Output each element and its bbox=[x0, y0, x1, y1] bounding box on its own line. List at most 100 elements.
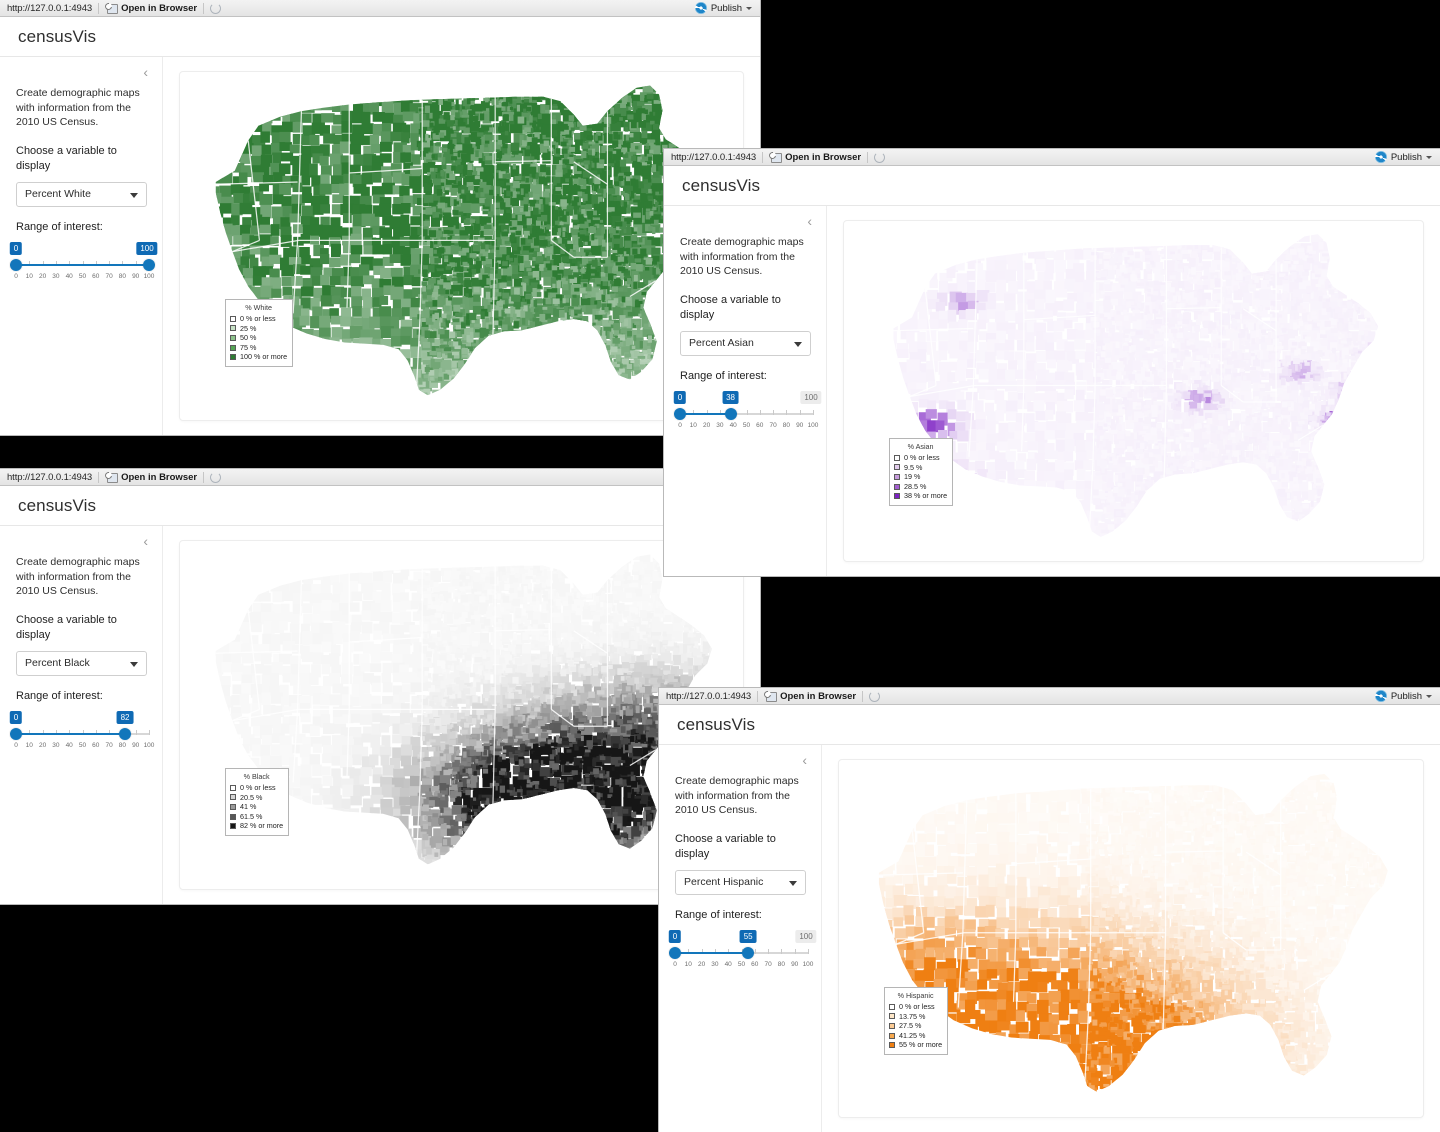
sidebar: ‹ Create demographic maps with informati… bbox=[659, 745, 822, 1132]
slider-handle-high[interactable] bbox=[742, 946, 755, 959]
publish-label[interactable]: Publish bbox=[1391, 691, 1422, 702]
variable-select[interactable]: Percent Asian bbox=[680, 330, 811, 356]
legend-swatch bbox=[230, 794, 236, 801]
legend-label: 50 % bbox=[240, 333, 257, 343]
slider-tick bbox=[808, 948, 809, 954]
window-censusvis-white[interactable]: http://127.0.0.1:4943 Open in Browser Pu… bbox=[0, 0, 761, 436]
slider-handle-high[interactable] bbox=[724, 407, 737, 420]
legend-label: 0 % or less bbox=[904, 453, 940, 463]
refresh-icon[interactable] bbox=[210, 471, 222, 483]
slider-scale-label: 80 bbox=[118, 741, 127, 749]
app-body: ‹ Create demographic maps with informati… bbox=[659, 745, 1440, 1132]
slider-value-bubbles: 0 82 bbox=[9, 710, 149, 725]
legend-label: 38 % or more bbox=[904, 491, 948, 501]
publish-icon[interactable] bbox=[1374, 690, 1387, 702]
open-in-browser-label: Open in Browser bbox=[785, 151, 862, 163]
slider-min-value: 0 bbox=[9, 710, 23, 724]
slider-scale-label: 70 bbox=[105, 741, 113, 749]
slider-scale-label: 0 bbox=[14, 272, 18, 280]
legend-swatch bbox=[894, 474, 900, 481]
slider-handle-high[interactable] bbox=[119, 727, 132, 740]
window-censusvis-asian[interactable]: http://127.0.0.1:4943 Open in Browser Pu… bbox=[663, 148, 1440, 577]
page-title: censusVis bbox=[677, 714, 756, 734]
variable-select[interactable]: Percent Hispanic bbox=[675, 869, 806, 895]
slider-handle-low[interactable] bbox=[674, 407, 686, 420]
variable-select[interactable]: Percent Black bbox=[16, 650, 147, 676]
slider-handle-low[interactable] bbox=[669, 946, 681, 959]
legend-label: 100 % or more bbox=[240, 352, 288, 362]
slider-handle-low[interactable] bbox=[10, 727, 22, 740]
publish-label[interactable]: Publish bbox=[1391, 152, 1422, 163]
slider-track[interactable] bbox=[674, 407, 814, 421]
legend-swatch bbox=[889, 1003, 895, 1010]
chevron-down-icon bbox=[789, 881, 797, 887]
legend-label: 41.25 % bbox=[899, 1030, 926, 1040]
chevron-left-icon[interactable]: ‹ bbox=[802, 753, 807, 767]
map-card: % Asian 0 % or less 9.5 % 19 % 28.5 % 38 % or… bbox=[843, 220, 1424, 562]
chevron-down-icon[interactable] bbox=[1426, 694, 1432, 698]
chevron-down-icon[interactable] bbox=[746, 6, 752, 10]
refresh-icon[interactable] bbox=[210, 2, 222, 14]
publish-icon[interactable] bbox=[694, 2, 707, 14]
variable-select[interactable]: Percent White bbox=[16, 181, 147, 207]
chevron-left-icon[interactable]: ‹ bbox=[143, 534, 148, 548]
legend-swatch bbox=[230, 344, 236, 351]
map-card: % White 0 % or less 25 % 50 % 75 % 100 % or m… bbox=[179, 71, 744, 421]
open-in-browser-button[interactable]: Open in Browser bbox=[105, 3, 197, 14]
choropleth-map bbox=[180, 72, 743, 420]
refresh-icon[interactable] bbox=[874, 151, 886, 163]
slider-track[interactable] bbox=[10, 727, 150, 741]
slider-track[interactable] bbox=[10, 258, 155, 272]
window-censusvis-black[interactable]: http://127.0.0.1:4943 Open in Browser Pu… bbox=[0, 468, 761, 905]
variable-select-label: Choose a variable to display bbox=[675, 832, 776, 860]
legend-item: 28.5 % bbox=[894, 482, 947, 492]
open-in-browser-icon bbox=[105, 472, 119, 483]
legend-label: 28.5 % bbox=[904, 481, 927, 491]
slider-handle-low[interactable] bbox=[10, 258, 22, 271]
open-in-browser-button[interactable]: Open in Browser bbox=[764, 691, 856, 702]
chevron-down-icon[interactable] bbox=[1426, 155, 1432, 159]
slider-tick bbox=[794, 948, 796, 954]
range-slider[interactable]: 0 38 100 0 10 20 30 40 50 60 70 80 90 100 bbox=[673, 390, 822, 433]
us-county-choropleth bbox=[215, 85, 712, 396]
range-slider-label: Range of interest: bbox=[16, 689, 103, 702]
slider-range-end-value: 100 bbox=[795, 929, 817, 943]
open-in-browser-icon bbox=[769, 152, 783, 163]
slider-scale-label: 100 bbox=[143, 741, 155, 749]
chevron-left-icon[interactable]: ‹ bbox=[143, 65, 148, 79]
slider-scale-label: 40 bbox=[65, 272, 73, 280]
slider-min-value: 0 bbox=[673, 390, 687, 404]
publish-icon[interactable] bbox=[1374, 151, 1387, 163]
range-slider-label: Range of interest: bbox=[16, 220, 103, 233]
variable-select-value: Percent Hispanic bbox=[684, 876, 764, 889]
legend-swatch bbox=[230, 823, 236, 830]
slider-handle-high[interactable] bbox=[143, 258, 155, 271]
slider-scale-label: 50 bbox=[78, 741, 87, 749]
slider-scale-label: 60 bbox=[756, 421, 764, 429]
divider bbox=[98, 2, 100, 14]
open-in-browser-button[interactable]: Open in Browser bbox=[769, 152, 861, 163]
divider bbox=[757, 690, 759, 702]
chevron-left-icon[interactable]: ‹ bbox=[807, 214, 812, 228]
slider-track[interactable] bbox=[669, 946, 809, 960]
slider-max-value: 100 bbox=[136, 241, 158, 255]
range-slider[interactable]: 0 100 0 10 20 30 40 50 60 70 80 90 100 bbox=[9, 241, 158, 284]
map-legend: % Hispanic 0 % or less 13.75 % 27.5 % 41.25 … bbox=[884, 987, 949, 1055]
app-description: Create demographic maps with information… bbox=[16, 556, 140, 598]
range-slider[interactable]: 0 82 0 10 20 30 40 50 60 70 80 90 100 bbox=[9, 710, 154, 753]
legend-item: 61.5 % bbox=[230, 812, 283, 822]
open-in-browser-button[interactable]: Open in Browser bbox=[105, 472, 197, 483]
refresh-icon[interactable] bbox=[869, 690, 881, 702]
window-censusvis-hispanic[interactable]: http://127.0.0.1:4943 Open in Browser Pu… bbox=[658, 687, 1440, 1132]
slider-scale: 0 10 20 30 40 50 60 70 80 90 100 bbox=[14, 741, 154, 753]
slider-scale-label: 90 bbox=[796, 421, 804, 429]
range-slider[interactable]: 0 55 100 0 10 20 30 40 50 60 70 80 90 100 bbox=[668, 929, 817, 972]
variable-select-label: Choose a variable to display bbox=[680, 293, 781, 321]
legend-item: 0 % or less bbox=[230, 314, 287, 324]
slider-selected-range bbox=[16, 263, 149, 266]
publish-label[interactable]: Publish bbox=[711, 3, 742, 14]
window-titlebar: http://127.0.0.1:4943 Open in Browser Pu… bbox=[0, 469, 760, 486]
legend-label: 20.5 % bbox=[240, 792, 263, 802]
sidebar: ‹ Create demographic maps with informati… bbox=[0, 57, 163, 435]
legend-swatch bbox=[230, 325, 236, 332]
